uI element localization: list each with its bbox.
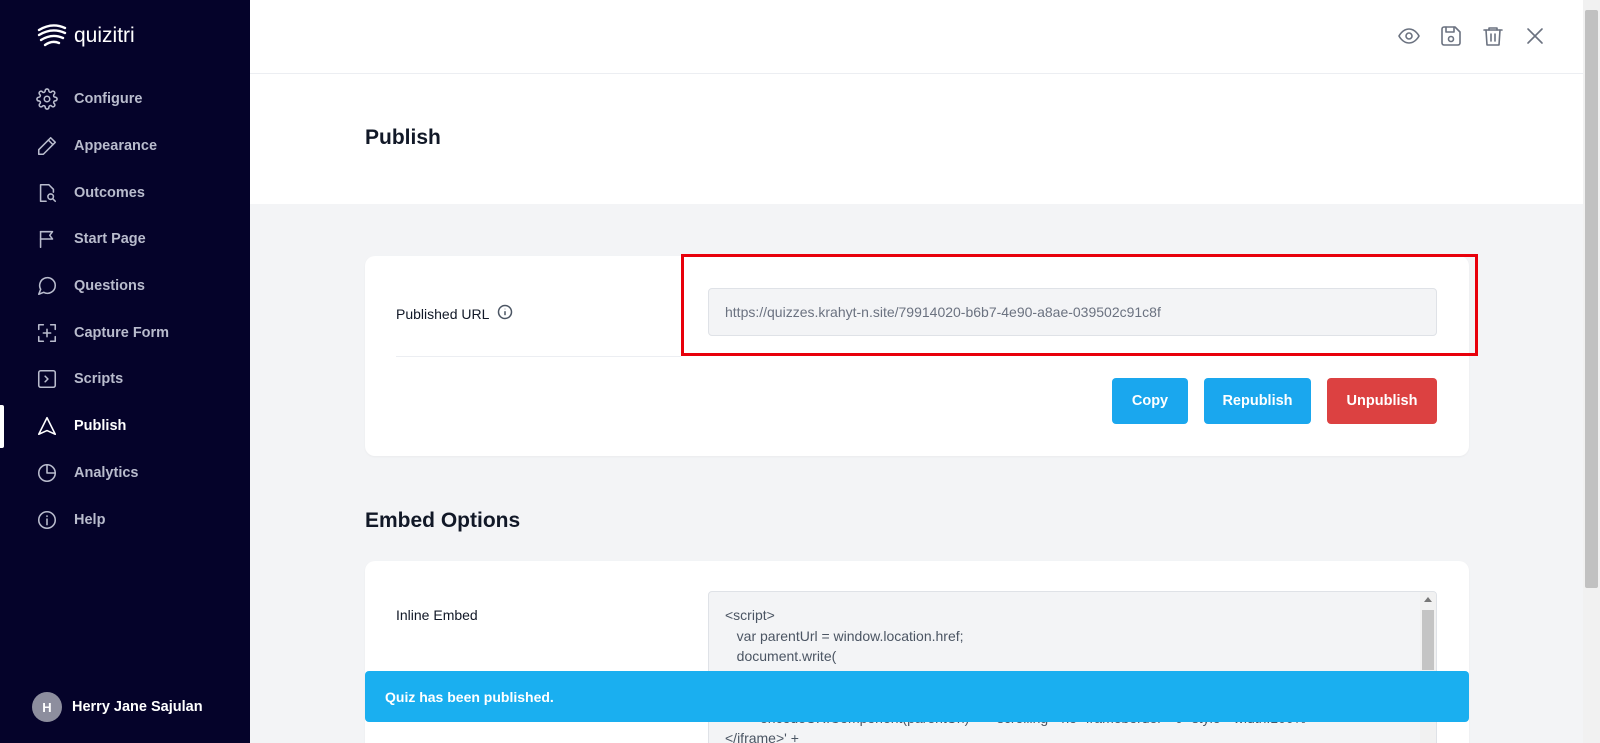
inline-embed-label: Inline Embed [396,607,478,623]
toolbar-actions [1397,24,1547,48]
sidebar-item-label: Start Page [74,231,146,248]
pie-chart-icon [37,463,57,482]
terminal-icon [37,370,57,389]
page-header [250,74,1583,204]
sidebar-item-configure[interactable]: Configure [0,76,250,123]
published-url-label-text: Published URL [396,305,490,322]
page-scrollbar-thumb[interactable] [1585,10,1598,588]
sidebar-item-capture-form[interactable]: Capture Form [0,309,250,356]
preview-button[interactable] [1397,24,1421,48]
quizitri-logo-icon [37,24,67,47]
published-url-input[interactable] [708,288,1437,336]
capture-plus-icon [37,323,57,342]
document-search-icon [39,183,57,202]
flag-icon [39,231,54,249]
sidebar-nav: Configure Appearance Outcomes Start Page… [0,76,250,543]
save-icon [1441,26,1461,46]
sidebar: quizitri Configure Appearance Outcomes S… [0,0,250,743]
delete-button[interactable] [1481,24,1505,48]
sidebar-item-label: Help [74,511,106,528]
embed-options-title: Embed Options [365,509,521,532]
sidebar-item-label: Appearance [74,138,158,155]
sidebar-item-analytics[interactable]: Analytics [0,450,250,497]
sidebar-item-help[interactable]: Help [0,496,250,543]
user-profile[interactable]: H Herry Jane Sajulan [32,692,203,722]
sidebar-item-label: Scripts [74,371,124,388]
top-bar [250,0,1583,74]
copy-button[interactable]: Copy [1112,378,1188,424]
divider [396,356,681,357]
sidebar-item-label: Capture Form [74,324,170,341]
republish-button[interactable]: Republish [1204,378,1311,424]
sidebar-item-label: Questions [74,278,145,295]
sidebar-item-outcomes[interactable]: Outcomes [0,169,250,216]
sidebar-item-label: Outcomes [74,184,145,201]
sidebar-item-appearance[interactable]: Appearance [0,123,250,170]
save-button[interactable] [1439,24,1463,48]
chat-bubble-icon [37,277,57,296]
unpublish-button[interactable]: Unpublish [1327,378,1437,424]
sidebar-item-label: Publish [74,418,127,435]
sidebar-item-label: Configure [74,91,143,108]
close-button[interactable] [1523,24,1547,48]
sidebar-item-scripts[interactable]: Scripts [0,356,250,403]
toast-message: Quiz has been published. [385,688,554,705]
avatar: H [32,692,62,722]
sidebar-item-label: Analytics [74,464,139,481]
pencil-icon [37,137,57,156]
navigation-arrow-icon [37,417,57,436]
sidebar-item-publish[interactable]: Publish [0,403,250,450]
info-icon [37,510,57,529]
app-logo[interactable]: quizitri [36,22,135,50]
page-title: Publish [365,126,441,149]
user-name: Herry Jane Sajulan [72,699,203,715]
eye-icon [1398,28,1420,44]
app-logo-text: quizitri [74,24,135,47]
success-toast: Quiz has been published. [365,671,1469,722]
publish-card: Published URL Copy Republish Unpublish [365,256,1469,456]
info-icon [498,304,513,320]
gear-icon [36,88,58,111]
close-icon [1527,28,1543,44]
embed-scrollbar-thumb[interactable] [1422,610,1434,670]
published-url-info[interactable] [497,304,513,323]
page-scrollbar[interactable] [1583,0,1600,743]
trash-icon [1483,27,1503,46]
scroll-up-arrow-icon[interactable] [1424,597,1432,602]
sidebar-item-start-page[interactable]: Start Page [0,216,250,263]
published-url-label: Published URL [396,304,513,323]
sidebar-item-questions[interactable]: Questions [0,263,250,310]
